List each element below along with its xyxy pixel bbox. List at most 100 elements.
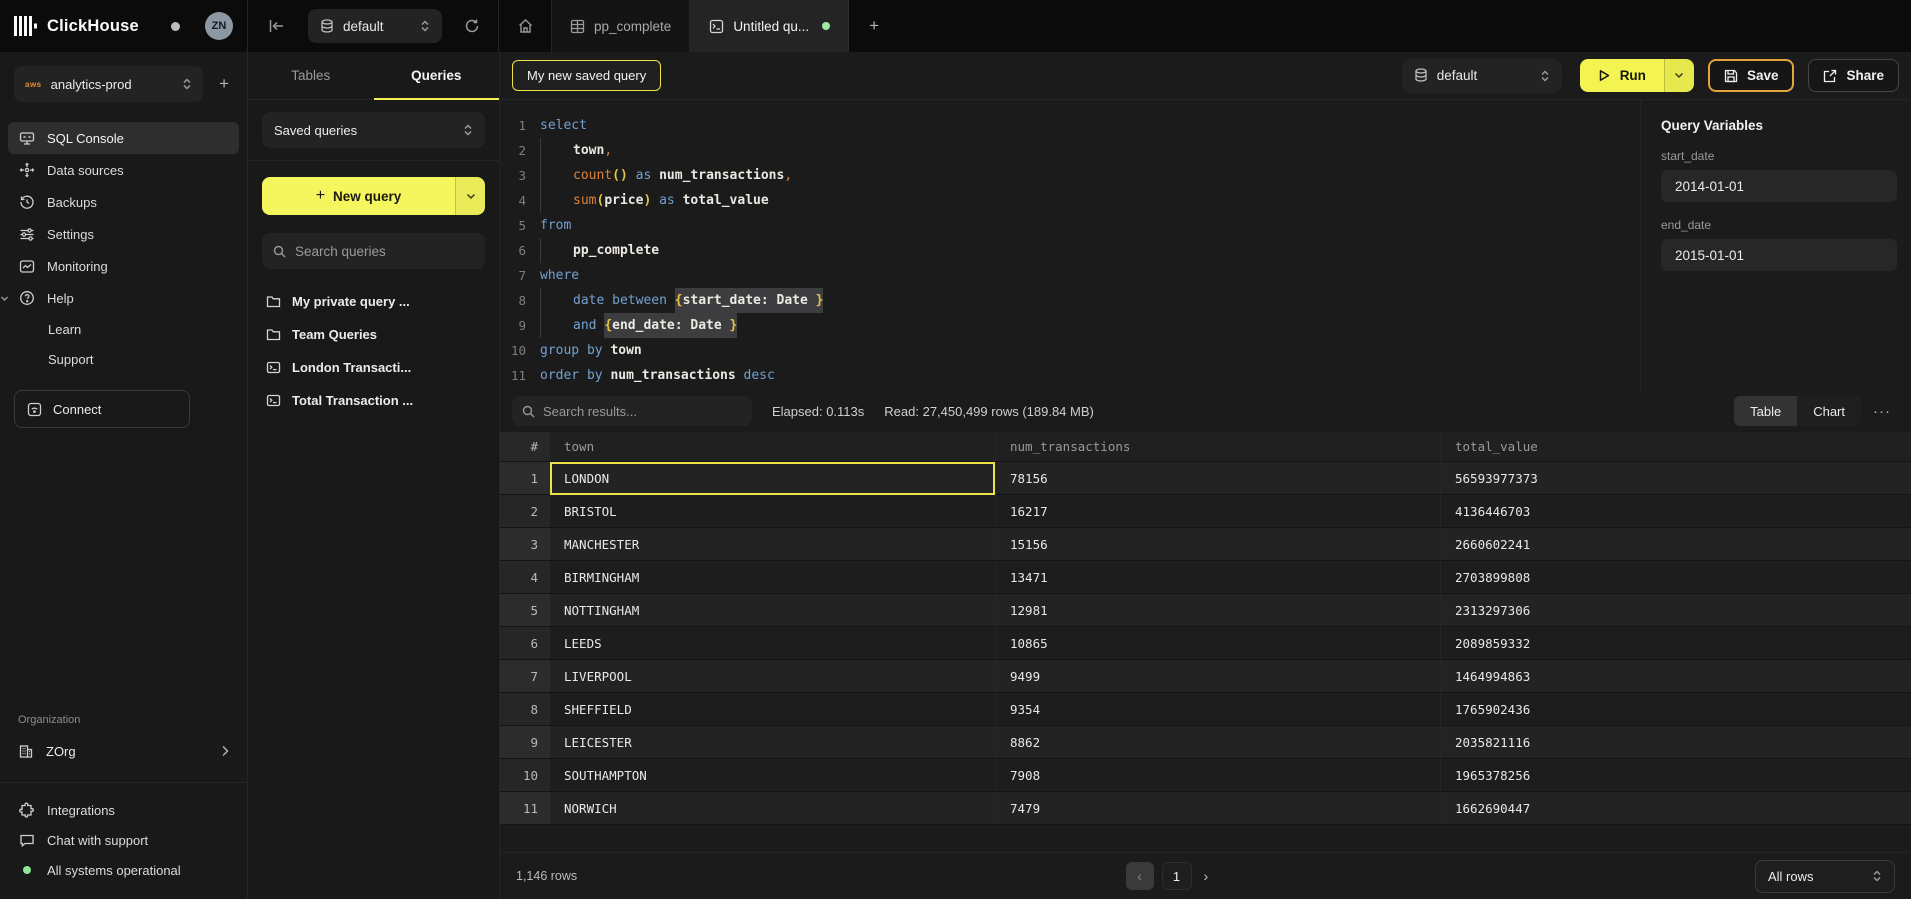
table-cell[interactable]: 2703899808	[1440, 561, 1911, 594]
sidebar-item-chat-support[interactable]: Chat with support	[0, 825, 247, 855]
code-line[interactable]: 11order by num_transactions desc	[500, 363, 1640, 388]
tab-queries[interactable]: Queries	[374, 52, 500, 99]
code-line[interactable]: 10group by town	[500, 338, 1640, 363]
table-cell[interactable]: BRISTOL	[550, 495, 995, 528]
code-line[interactable]: 3count() as num_transactions,	[500, 163, 1640, 188]
list-item-total-transactions[interactable]: Total Transaction ...	[248, 384, 499, 417]
table-cell[interactable]: LEICESTER	[550, 726, 995, 759]
home-button[interactable]	[499, 0, 551, 52]
table-cell[interactable]: 16217	[995, 495, 1440, 528]
column-header[interactable]: #	[500, 432, 550, 462]
table-cell[interactable]: 2035821116	[1440, 726, 1911, 759]
refresh-button[interactable]	[446, 0, 498, 52]
saved-queries-select[interactable]: Saved queries	[262, 112, 485, 148]
table-cell[interactable]: 7479	[995, 792, 1440, 825]
query-search-input[interactable]	[295, 244, 474, 259]
table-cell[interactable]: 13471	[995, 561, 1440, 594]
saved-query-tab[interactable]: My new saved query	[512, 60, 661, 91]
column-header[interactable]: total_value	[1440, 432, 1911, 462]
sidebar-item-backups[interactable]: Backups	[8, 186, 239, 218]
list-item-private-query[interactable]: My private query ...	[248, 285, 499, 318]
collapse-sidebar-button[interactable]	[248, 0, 304, 52]
table-cell[interactable]: 1965378256	[1440, 759, 1911, 792]
table-cell[interactable]: BIRMINGHAM	[550, 561, 995, 594]
table-cell[interactable]: NORWICH	[550, 792, 995, 825]
code-line[interactable]: 2town,	[500, 138, 1640, 163]
column-header[interactable]: town	[550, 432, 995, 462]
table-cell[interactable]: 10865	[995, 627, 1440, 660]
previous-page-button[interactable]: ‹	[1126, 862, 1154, 890]
page-size-select[interactable]: All rows	[1755, 860, 1895, 893]
editor-database-select[interactable]: default	[1402, 59, 1562, 93]
sidebar-item-monitoring[interactable]: Monitoring	[8, 250, 239, 282]
sidebar-item-learn[interactable]: Learn	[0, 314, 247, 344]
table-cell[interactable]: 2660602241	[1440, 528, 1911, 561]
code-line[interactable]: 1select	[500, 113, 1640, 138]
share-button[interactable]: Share	[1808, 59, 1899, 92]
workspace-select[interactable]: aws analytics-prod	[14, 66, 203, 102]
new-tab-button[interactable]: +	[849, 0, 899, 52]
code-line[interactable]: 4sum(price) as total_value	[500, 188, 1640, 213]
results-search-input[interactable]	[543, 404, 742, 419]
connect-button[interactable]: Connect	[14, 390, 190, 428]
table-cell[interactable]: 9354	[995, 693, 1440, 726]
system-status-row[interactable]: All systems operational	[0, 855, 247, 885]
sidebar-item-integrations[interactable]: Integrations	[0, 795, 247, 825]
code-line[interactable]: 8date between {start_date: Date }	[500, 288, 1640, 313]
add-service-button[interactable]: +	[213, 74, 235, 94]
sidebar-item-sql-console[interactable]: SQL Console	[8, 122, 239, 154]
table-cell[interactable]: MANCHESTER	[550, 528, 995, 561]
table-cell[interactable]: 4136446703	[1440, 495, 1911, 528]
sidebar-item-settings[interactable]: Settings	[8, 218, 239, 250]
tab-pp-complete[interactable]: pp_complete	[551, 0, 690, 52]
topbar-database-select[interactable]: default	[308, 9, 442, 43]
new-query-dropdown-button[interactable]	[455, 177, 485, 215]
view-toggle-table[interactable]: Table	[1734, 396, 1797, 426]
sql-editor[interactable]: 1select2town,3count() as num_transaction…	[500, 100, 1640, 390]
table-cell[interactable]: LONDON	[550, 462, 995, 495]
table-cell[interactable]: 12981	[995, 594, 1440, 627]
table-cell[interactable]: 8862	[995, 726, 1440, 759]
page-number-input[interactable]: 1	[1162, 862, 1192, 890]
table-cell[interactable]: LEEDS	[550, 627, 995, 660]
table-cell[interactable]: NOTTINGHAM	[550, 594, 995, 627]
end-date-input[interactable]	[1661, 239, 1897, 271]
table-cell[interactable]: SHEFFIELD	[550, 693, 995, 726]
avatar[interactable]: ZN	[205, 12, 233, 40]
organization-row[interactable]: ZOrg	[8, 734, 239, 768]
table-cell[interactable]: 15156	[995, 528, 1440, 561]
run-button[interactable]: Run	[1580, 59, 1664, 92]
notification-dot-icon[interactable]	[171, 22, 180, 31]
table-cell[interactable]: 7908	[995, 759, 1440, 792]
table-cell[interactable]: 78156	[995, 462, 1440, 495]
code-line[interactable]: 7where	[500, 263, 1640, 288]
list-item-team-queries[interactable]: Team Queries	[248, 318, 499, 351]
table-cell[interactable]: 2313297306	[1440, 594, 1911, 627]
save-button[interactable]: Save	[1708, 59, 1795, 92]
next-page-button[interactable]: ›	[1200, 868, 1213, 884]
table-cell[interactable]: 56593977373	[1440, 462, 1911, 495]
run-dropdown-button[interactable]	[1664, 59, 1694, 92]
results-table: #townnum_transactionstotal_value1LONDON7…	[500, 432, 1911, 852]
code-line[interactable]: 6pp_complete	[500, 238, 1640, 263]
list-item-london-transactions[interactable]: London Transacti...	[248, 351, 499, 384]
tab-untitled-query[interactable]: Untitled qu...	[690, 0, 849, 52]
table-cell[interactable]: SOUTHAMPTON	[550, 759, 995, 792]
table-cell[interactable]: LIVERPOOL	[550, 660, 995, 693]
more-options-button[interactable]: ···	[1873, 403, 1899, 420]
sidebar-item-data-sources[interactable]: Data sources	[8, 154, 239, 186]
new-query-button[interactable]: + New query	[262, 177, 455, 215]
table-cell[interactable]: 1662690447	[1440, 792, 1911, 825]
column-header[interactable]: num_transactions	[995, 432, 1440, 462]
table-cell[interactable]: 1765902436	[1440, 693, 1911, 726]
code-line[interactable]: 5from	[500, 213, 1640, 238]
table-cell[interactable]: 1464994863	[1440, 660, 1911, 693]
code-line[interactable]: 9and {end_date: Date }	[500, 313, 1640, 338]
view-toggle-chart[interactable]: Chart	[1797, 396, 1861, 426]
sidebar-item-help[interactable]: Help	[8, 282, 239, 314]
start-date-input[interactable]	[1661, 170, 1897, 202]
table-cell[interactable]: 2089859332	[1440, 627, 1911, 660]
sidebar-item-support[interactable]: Support	[0, 344, 247, 374]
tab-tables[interactable]: Tables	[248, 52, 374, 99]
table-cell[interactable]: 9499	[995, 660, 1440, 693]
